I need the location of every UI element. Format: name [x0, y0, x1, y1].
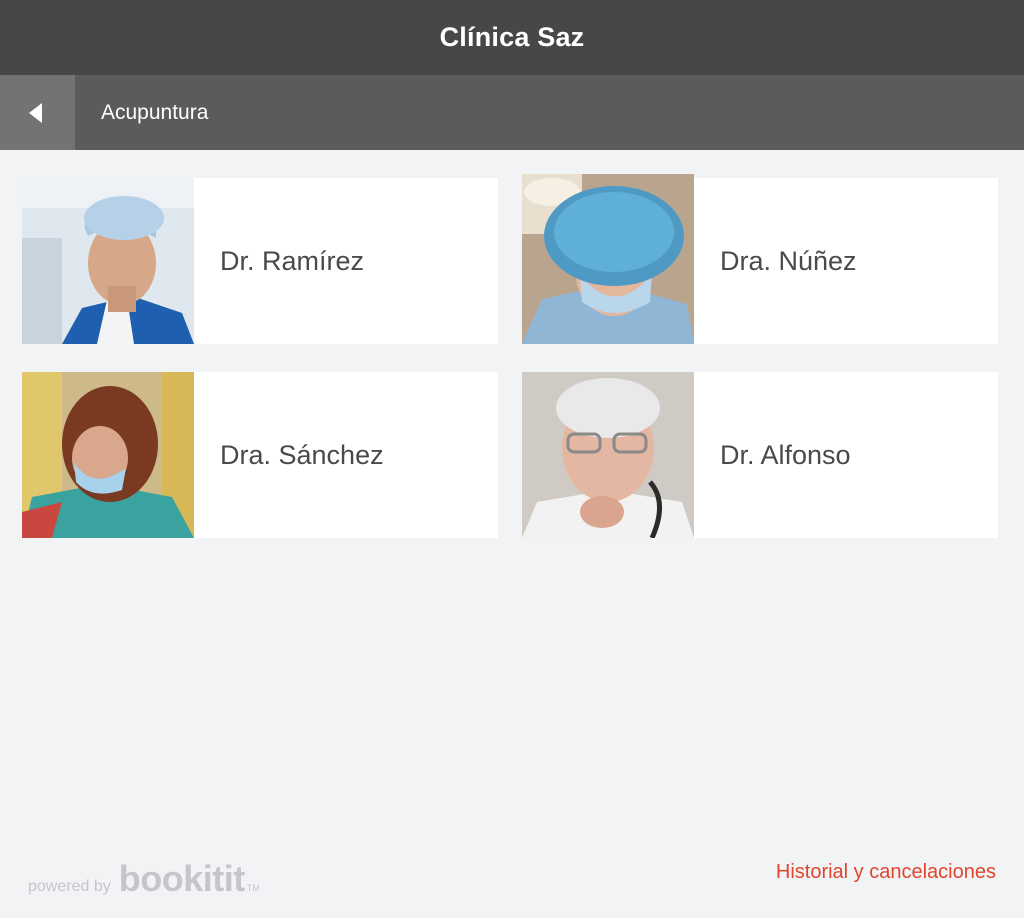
doctor-name: Dr. Alfonso: [720, 439, 851, 470]
doctor-photo: [522, 174, 694, 344]
breadcrumb-title: Acupuntura: [101, 100, 209, 124]
doctor-card-ramirez[interactable]: Dr. Ramírez: [22, 178, 498, 344]
doctor-name: Dra. Núñez: [720, 245, 857, 276]
back-button[interactable]: [0, 75, 75, 150]
history-and-cancellations-link[interactable]: Historial y cancelaciones: [776, 861, 996, 884]
doctor-portrait-icon: [22, 372, 194, 538]
doctor-name: Dra. Sánchez: [220, 439, 384, 470]
trademark-mark: TM: [246, 883, 260, 893]
doctor-photo: [22, 372, 194, 538]
triangle-left-icon: [29, 102, 42, 123]
app-header: Clínica Saz: [0, 0, 1024, 75]
doctor-card-alfonso[interactable]: Dr. Alfonso: [522, 372, 998, 538]
doctor-photo: [22, 178, 194, 344]
app-root: Clínica Saz Acupuntura Dr. Ramírez Dra. …: [0, 0, 1024, 918]
doctor-card-nunez[interactable]: Dra. Núñez: [522, 174, 998, 344]
doctor-portrait-icon: [522, 174, 694, 344]
doctor-name: Dr. Ramírez: [220, 245, 365, 276]
app-title: Clínica Saz: [439, 22, 585, 52]
doctor-photo: [522, 372, 694, 538]
doctor-card-sanchez[interactable]: Dra. Sánchez: [22, 372, 498, 538]
doctor-portrait-icon: [522, 372, 694, 538]
bookitit-logo-text: bookitit: [118, 858, 245, 899]
powered-by-text: powered by: [28, 878, 111, 895]
doctor-portrait-icon: [22, 178, 194, 344]
powered-by-logo[interactable]: powered by bookitit TM: [28, 858, 260, 900]
sub-header: Acupuntura: [0, 75, 1024, 150]
